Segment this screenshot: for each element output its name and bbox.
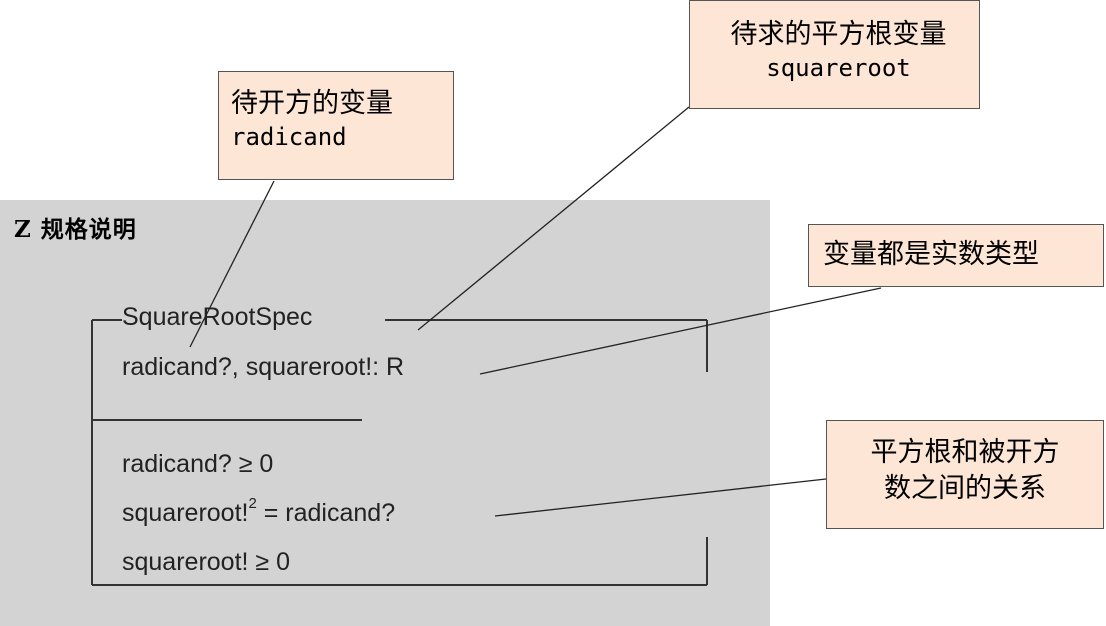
callout-radicand: 待开方的变量 radicand [218, 71, 454, 180]
callout-relation-line1: 平方根和被开方 [870, 437, 1060, 468]
callout-real-type: 变量都是实数类型 [808, 224, 1104, 287]
callout-radicand-zh: 待开方的变量 [231, 88, 393, 119]
callout-real-type-zh: 变量都是实数类型 [823, 239, 1039, 270]
panel-title: Z 规格说明 [14, 216, 137, 243]
callout-relation-line2: 数之间的关系 [884, 473, 1046, 504]
predicate-square-exponent: 2 [248, 495, 257, 512]
predicate-nonnegative-root: squareroot! ≥ 0 [122, 548, 290, 576]
predicate-square-base: squareroot! [122, 499, 249, 527]
callout-squareroot-en: squareroot [766, 54, 911, 82]
schema-name: SquareRootSpec [122, 303, 317, 332]
predicate-square-rhs: = radicand? [256, 499, 396, 527]
callout-squareroot-zh: 待求的平方根变量 [730, 19, 947, 50]
spec-panel [0, 200, 770, 626]
callout-relation: 平方根和被开方 数之间的关系 [826, 420, 1104, 529]
predicate-nonnegative-radicand: radicand? ≥ 0 [122, 450, 274, 478]
predicate-square-equals-radicand: squareroot!2 = radicand? [122, 495, 396, 528]
callout-squareroot: 待求的平方根变量 squareroot [689, 0, 980, 109]
schema-declaration: radicand?, squareroot!: R [122, 353, 405, 381]
callout-radicand-en: radicand [231, 123, 347, 151]
